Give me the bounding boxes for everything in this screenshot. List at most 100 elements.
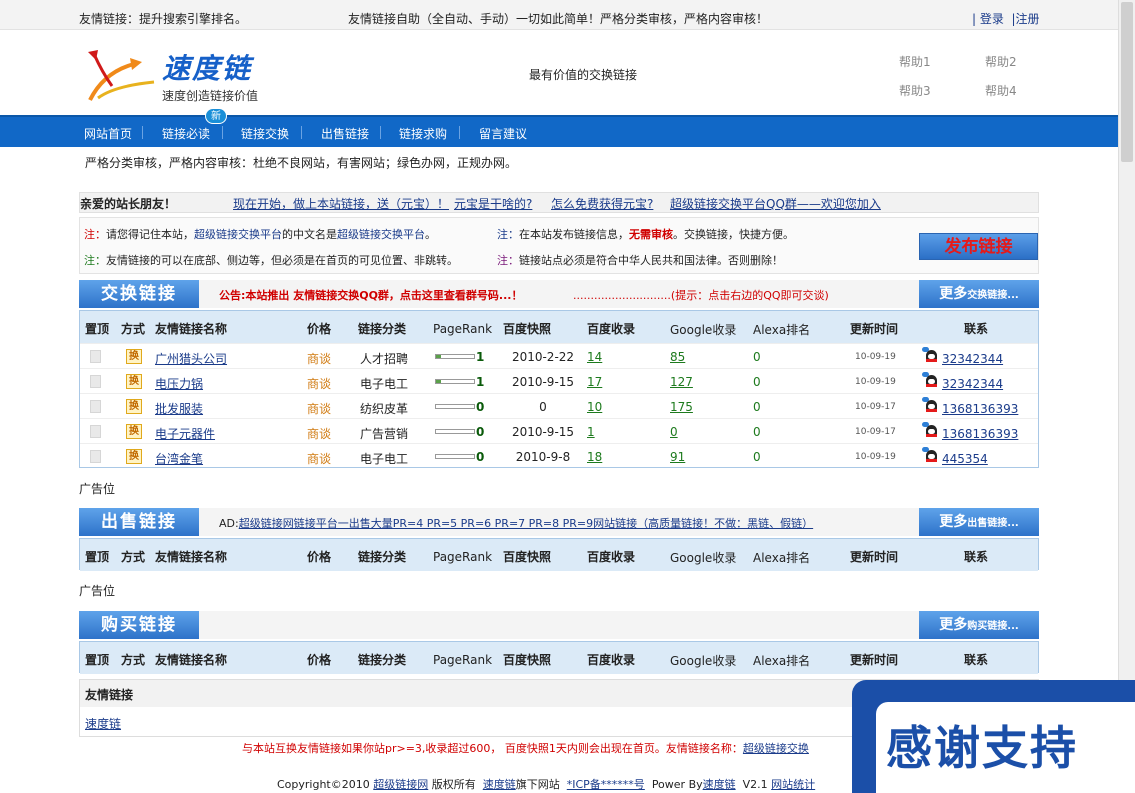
swap-icon: 换 [126,374,142,389]
category: 纺织皮革 [360,402,409,416]
qq-group-link[interactable]: 超级链接交换平台QQ群——欢迎您加入 [670,195,881,212]
main-nav: 网站首页 链接必读 新 链接交换 出售链接 链接求购 留言建议 [0,108,1118,147]
baidu-count[interactable]: 17 [587,375,602,389]
exchange-announcement[interactable]: 公告:本站推出 友情链接交换QQ群，点击这里查看群号码...！ [219,287,522,303]
nav-feedback[interactable]: 留言建议 [479,125,527,142]
pin-icon[interactable] [90,425,101,438]
pagerank-bar [435,354,475,359]
col-baidu: 百度收录 [587,322,636,336]
alexa-rank: 0 [753,450,761,464]
get-gold-link[interactable]: 怎么免费获得元宝? [551,195,653,212]
help-link-2[interactable]: 帮助2 [985,53,1017,70]
note-3: 注：友情链接的可以在底部、侧边等，但必须是在首页的可见位置、非跳转。 [84,254,458,267]
qq-icon[interactable] [922,447,940,463]
col-updated: 更新时间 [850,322,899,336]
nav-buy[interactable]: 链接求购 [399,125,447,142]
friend-links-title: 友情链接 [85,688,134,702]
qq-icon[interactable] [922,372,940,388]
buy-table: 置顶 方式 友情链接名称 价格 链接分类 PageRank 百度快照 百度收录 … [79,641,1039,674]
col-pin: 置顶 [85,322,110,336]
nav-home[interactable]: 网站首页 [84,125,132,142]
baidu-count[interactable]: 1 [587,425,595,439]
scrollbar-thumb[interactable] [1121,2,1133,162]
link-name[interactable]: 电子元器件 [155,425,215,442]
more-exchange-button[interactable]: 更多交换链接... [919,280,1039,308]
footer-exchange-link[interactable]: 超级链接交换 [743,742,809,755]
pin-icon[interactable] [90,400,101,413]
friend-link-item[interactable]: 速度链 [85,715,121,732]
price: 商谈 [307,352,332,366]
sell-ad-link[interactable]: 超级链接网链接平台一出售大量PR=4 PR=5 PR=6 PR=7 PR=8 P… [239,517,813,530]
link-name[interactable]: 电压力锅 [155,375,203,392]
col-google: Google收录 [670,323,737,337]
footer-icp-link[interactable]: *ICP备******号 [567,778,645,791]
help-link-4[interactable]: 帮助4 [985,82,1017,99]
qq-icon[interactable] [922,397,940,413]
footer-brand-link[interactable]: 速度链 [483,778,516,791]
qq-number[interactable]: 1368136393 [942,402,1018,416]
qq-icon[interactable] [922,347,940,363]
qq-number[interactable]: 1368136393 [942,427,1018,441]
google-count[interactable]: 85 [670,350,685,364]
register-link[interactable]: 注册 [1016,12,1040,26]
footer-site-link[interactable]: 超级链接网 [373,778,428,791]
link-name[interactable]: 台湾金笔 [155,450,203,467]
sell-section-title: 出售链接 [79,508,199,536]
col-category: 链接分类 [358,653,407,667]
more-buy-button[interactable]: 更多购买链接... [919,611,1039,639]
qq-icon[interactable] [922,422,940,438]
thanks-overlay: 感谢支持 [852,680,1135,793]
nav-exchange[interactable]: 链接交换 [241,125,289,142]
category: 电子电工 [360,452,409,466]
col-pin: 置顶 [85,653,110,667]
page: 友情链接：提升搜索引擎排名。 友情链接自助（全自动、手动）一切如此简单！严格分类… [0,0,1118,793]
site-tagline: 最有价值的交换链接 [529,68,638,82]
pin-icon[interactable] [90,450,101,463]
more-sell-button[interactable]: 更多出售链接... [919,508,1039,536]
alexa-rank: 0 [753,400,761,414]
google-count[interactable]: 91 [670,450,685,464]
top-slogan: 友情链接：提升搜索引擎排名。 [79,12,248,26]
exchange-table: 置顶 方式 友情链接名称 价格 链接分类 PageRank 百度快照 百度收录 … [79,310,1039,468]
login-link[interactable]: 登录 [980,12,1004,26]
col-contact: 联系 [964,322,989,336]
review-notice: 严格分类审核，严格内容审核：杜绝不良网站，有害网站；绿色办网，正规办网。 [85,156,518,170]
nav-sell[interactable]: 出售链接 [321,125,369,142]
google-count[interactable]: 127 [670,375,693,389]
baidu-count[interactable]: 18 [587,450,602,464]
update-time: 10-09-19 [855,452,896,462]
qq-number[interactable]: 32342344 [942,352,1003,366]
help-link-3[interactable]: 帮助3 [899,82,931,99]
site-logo[interactable]: 速度链 速度创造链接价值 [84,42,284,106]
snapshot-date: 2010-2-22 [511,350,575,364]
swap-icon: 换 [126,399,142,414]
nav-divider [459,126,460,139]
footer-stats-link[interactable]: 网站统计 [771,778,815,791]
pin-icon[interactable] [90,375,101,388]
help-link-1[interactable]: 帮助1 [899,53,931,70]
qq-number[interactable]: 445354 [942,452,988,466]
footer-copyright: Copyright©2010 超级链接网 版权所有 速度链旗下网站 *ICP备*… [277,778,816,791]
col-contact: 联系 [964,653,989,667]
qq-number[interactable]: 32342344 [942,377,1003,391]
free-gold-link[interactable]: 现在开始，做上本站链接，送（元宝）！ [233,195,449,212]
footer-power-link[interactable]: 速度链 [703,778,736,791]
baidu-count[interactable]: 14 [587,350,602,364]
google-count[interactable]: 175 [670,400,693,414]
nav-must-read[interactable]: 链接必读 [162,125,210,142]
link-name[interactable]: 广州猎头公司 [155,350,227,367]
pin-icon[interactable] [90,350,101,363]
category: 人才招聘 [360,352,409,366]
swap-icon: 换 [126,449,142,464]
publish-link-button[interactable]: 发布链接 [919,233,1038,260]
col-alexa: Alexa排名 [753,323,811,337]
google-count[interactable]: 0 [670,425,678,439]
col-method: 方式 [121,322,146,336]
baidu-count[interactable]: 10 [587,400,602,414]
col-alexa: Alexa排名 [753,654,811,668]
gold-what-link[interactable]: 元宝是干啥的? [454,195,532,212]
vertical-scrollbar[interactable] [1118,0,1135,793]
link-name[interactable]: 批发服装 [155,400,203,417]
pagerank-bar [435,379,475,384]
update-time: 10-09-19 [855,352,896,362]
